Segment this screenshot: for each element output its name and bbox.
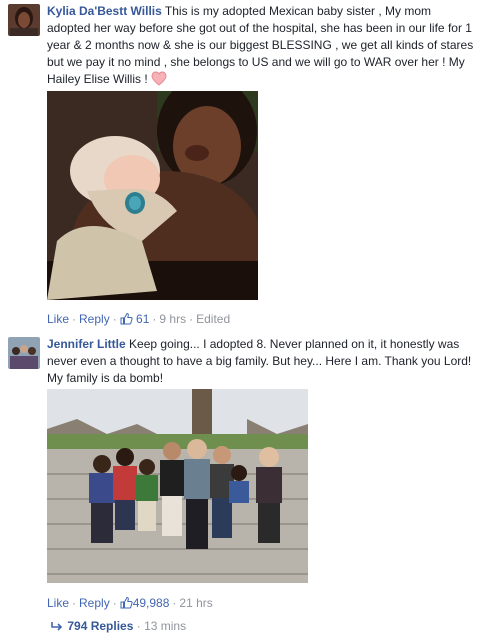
avatar[interactable] — [8, 4, 40, 36]
reply-arrow-icon — [50, 619, 67, 633]
view-replies[interactable]: 794 Replies · 13 mins — [50, 619, 186, 633]
comment-photo-family[interactable] — [47, 389, 308, 583]
thumbs-up-icon — [120, 312, 133, 328]
comment-timestamp[interactable]: 21 hrs — [179, 596, 212, 610]
avatar[interactable] — [8, 337, 40, 369]
comment-author[interactable]: Kylia Da'Bestt Willis — [47, 4, 162, 18]
comment-photo-baby[interactable] — [47, 91, 258, 300]
heart-icon — [151, 71, 167, 91]
reaction-count[interactable]: 49,988 — [133, 596, 170, 610]
like-button[interactable]: Like — [47, 312, 69, 326]
like-button[interactable]: Like — [47, 596, 69, 610]
comment-body: Kylia Da'Bestt Willis This is my adopted… — [47, 3, 475, 91]
comment-author[interactable]: Jennifer Little — [47, 337, 126, 351]
comment-actions: Like · Reply · 49,988 · 21 hrs — [47, 596, 213, 612]
replies-link[interactable]: 794 Replies — [67, 619, 133, 633]
comment-body: Jennifer Little Keep going... I adopted … — [47, 336, 475, 387]
comment-actions: Like · Reply · 61 · 9 hrs · Edited — [47, 312, 231, 328]
comment-timestamp[interactable]: 9 hrs — [159, 312, 186, 326]
replies-timestamp[interactable]: 13 mins — [144, 619, 186, 633]
reply-button[interactable]: Reply — [79, 596, 110, 610]
reaction-count[interactable]: 61 — [136, 312, 149, 326]
reply-button[interactable]: Reply — [79, 312, 110, 326]
edited-label[interactable]: Edited — [196, 312, 230, 326]
thumbs-up-icon — [120, 596, 133, 612]
